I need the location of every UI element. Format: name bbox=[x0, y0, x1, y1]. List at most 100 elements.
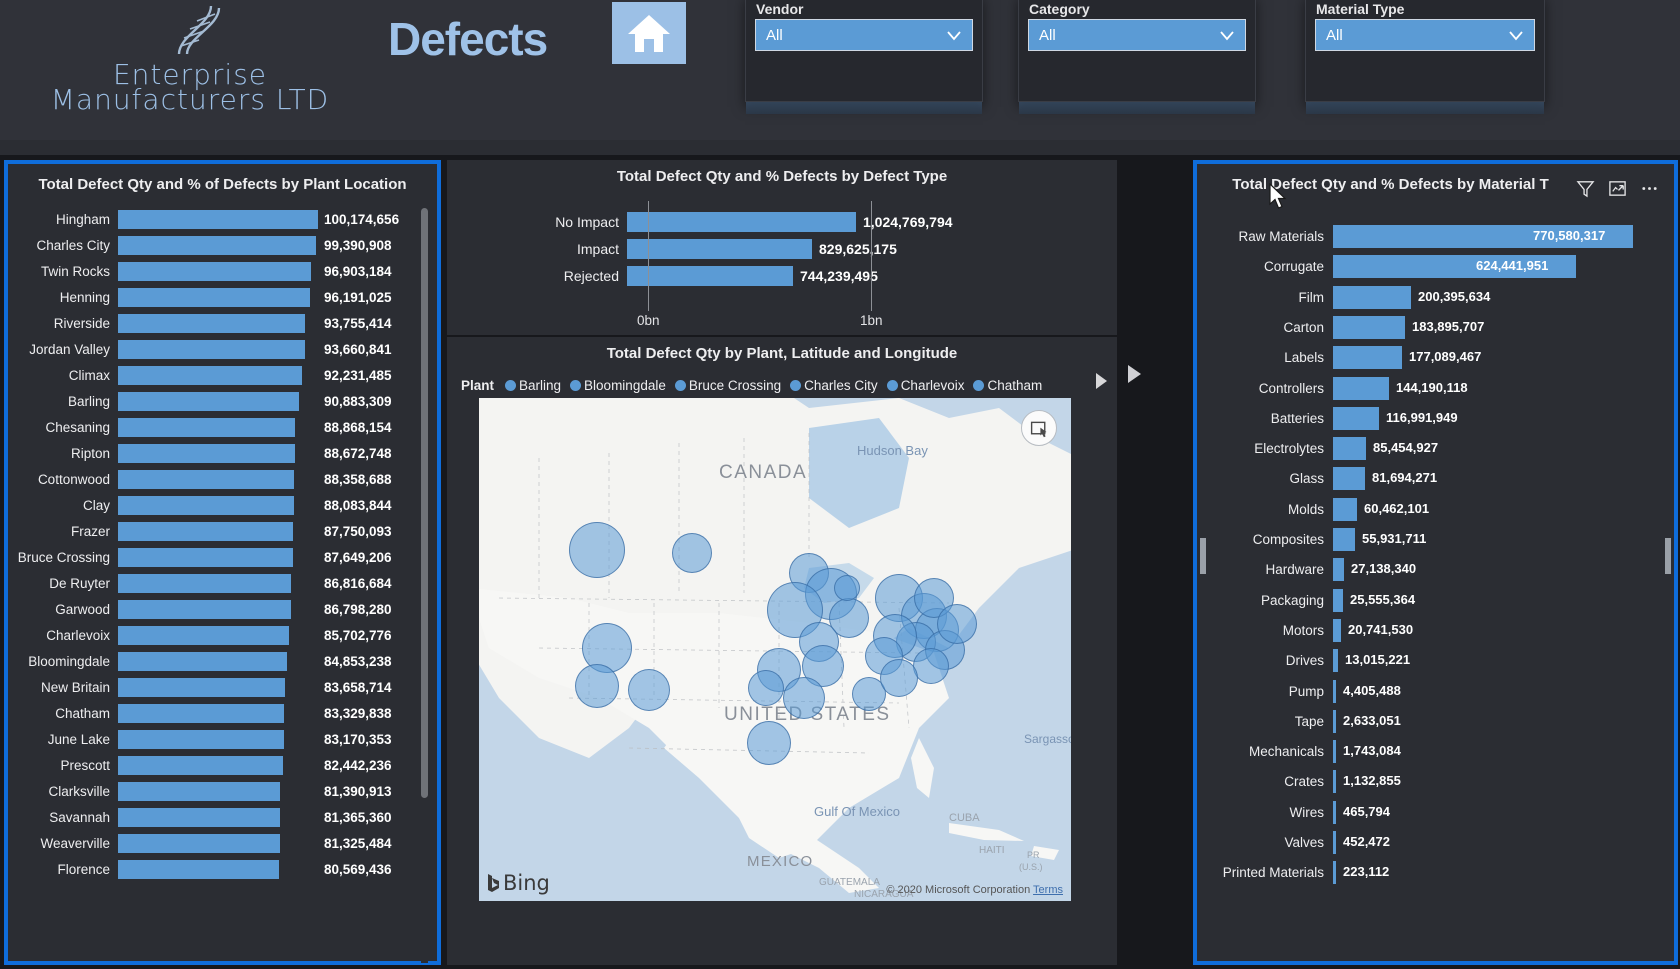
plant-location-bar-row[interactable]: Bloomingdale 84,853,238 bbox=[12, 648, 436, 674]
material-type-bar[interactable] bbox=[1333, 436, 1366, 460]
map-bubble[interactable] bbox=[783, 677, 825, 719]
plant-location-bar-row[interactable]: Frazer 87,750,093 bbox=[12, 518, 436, 544]
plant-location-bar[interactable] bbox=[118, 391, 299, 411]
legend-item[interactable]: Bloomingdale bbox=[570, 378, 666, 393]
map-bubble[interactable] bbox=[747, 721, 791, 765]
plant-location-bar-row[interactable]: Chesaning 88,868,154 bbox=[12, 414, 436, 440]
map-bubble[interactable] bbox=[748, 670, 784, 706]
material-type-bar[interactable] bbox=[1333, 648, 1338, 672]
plant-location-bar[interactable] bbox=[118, 781, 280, 801]
plant-location-bar-row[interactable]: Florence 80,569,436 bbox=[12, 856, 436, 882]
material-type-bar[interactable] bbox=[1333, 769, 1336, 793]
map-bubble[interactable] bbox=[569, 522, 625, 578]
plant-location-bar[interactable] bbox=[118, 417, 295, 437]
material-type-scroll-right[interactable] bbox=[1665, 538, 1671, 574]
material-type-bar-row[interactable]: Electrolytes 85,454,927 bbox=[1201, 432, 1671, 464]
material-type-bar-row[interactable]: Mechanicals 1,743,084 bbox=[1201, 735, 1671, 767]
plant-location-bar-row[interactable]: Prescott 82,442,236 bbox=[12, 752, 436, 778]
chevron-right-icon[interactable] bbox=[1096, 373, 1107, 389]
map-bubble[interactable] bbox=[913, 648, 949, 684]
defect-type-bar[interactable] bbox=[627, 266, 793, 286]
defect-type-bar[interactable] bbox=[627, 239, 812, 259]
material-type-bar[interactable] bbox=[1333, 679, 1336, 703]
plant-location-bar[interactable] bbox=[118, 677, 285, 697]
map-bubble[interactable] bbox=[937, 604, 977, 644]
plant-location-bar-row[interactable]: Garwood 86,798,280 bbox=[12, 596, 436, 622]
plant-location-bar-row[interactable]: Jordan Valley 93,660,841 bbox=[12, 336, 436, 362]
material-type-bar-row[interactable]: Controllers 144,190,118 bbox=[1201, 372, 1671, 404]
plant-location-bar-row[interactable]: Cottonwood 88,358,688 bbox=[12, 466, 436, 492]
material-type-bar-row[interactable]: Raw Materials 770,580,317 bbox=[1201, 220, 1671, 252]
map-bubble[interactable] bbox=[628, 669, 670, 711]
map-select-icon[interactable] bbox=[1021, 410, 1057, 446]
plant-location-bar[interactable] bbox=[118, 261, 311, 281]
material-type-bar-row[interactable]: Carton 183,895,707 bbox=[1201, 311, 1671, 343]
plant-location-bar[interactable] bbox=[118, 313, 305, 333]
map-bubble[interactable] bbox=[672, 533, 712, 573]
map-bubble[interactable] bbox=[834, 575, 860, 601]
material-type-bar-row[interactable]: Wires 465,794 bbox=[1201, 796, 1671, 828]
plant-location-scroll-thumb[interactable] bbox=[421, 208, 428, 798]
plant-location-scrollbar[interactable] bbox=[421, 208, 428, 963]
material-type-bar[interactable] bbox=[1333, 497, 1357, 521]
material-type-bar[interactable] bbox=[1333, 376, 1389, 400]
plant-location-bar[interactable] bbox=[118, 443, 295, 463]
map-legend-overflow-arrow[interactable] bbox=[1128, 365, 1141, 383]
plant-location-bar-row[interactable]: Henning 96,191,025 bbox=[12, 284, 436, 310]
plant-location-bar[interactable] bbox=[118, 469, 294, 489]
plant-location-bar-row[interactable]: Savannah 81,365,360 bbox=[12, 804, 436, 830]
plant-location-bar-row[interactable]: Hingham 100,174,656 bbox=[12, 206, 436, 232]
plant-location-bar[interactable] bbox=[118, 651, 287, 671]
plant-location-bar[interactable] bbox=[118, 599, 291, 619]
material-type-bar-row[interactable]: Drives 13,015,221 bbox=[1201, 644, 1671, 676]
material-type-bar-row[interactable]: Motors 20,741,530 bbox=[1201, 614, 1671, 646]
plant-map-card[interactable]: Total Defect Qty by Plant, Latitude and … bbox=[447, 337, 1117, 965]
material-type-bar[interactable] bbox=[1333, 527, 1355, 551]
slicer-category-dropdown[interactable]: All bbox=[1028, 19, 1246, 51]
material-type-bar-row[interactable]: Composites 55,931,711 bbox=[1201, 523, 1671, 555]
plant-location-bar[interactable] bbox=[118, 339, 305, 359]
plant-location-bar-row[interactable]: June Lake 83,170,353 bbox=[12, 726, 436, 752]
plant-location-bar-row[interactable]: Weaverville 81,325,484 bbox=[12, 830, 436, 856]
home-button[interactable] bbox=[612, 2, 686, 64]
plant-location-bar-row[interactable]: Bruce Crossing 87,649,206 bbox=[12, 544, 436, 570]
plant-location-bar[interactable] bbox=[118, 729, 284, 749]
plant-location-bar[interactable] bbox=[118, 625, 289, 645]
plant-location-bar-row[interactable]: Chatham 83,329,838 bbox=[12, 700, 436, 726]
plant-location-bar[interactable] bbox=[118, 547, 293, 567]
material-type-bar-row[interactable]: Glass 81,694,271 bbox=[1201, 462, 1671, 494]
material-type-bar[interactable] bbox=[1333, 830, 1336, 854]
legend-item[interactable]: Charles City bbox=[790, 378, 878, 393]
material-type-bar[interactable] bbox=[1333, 557, 1344, 581]
plant-location-bar-row[interactable]: Barling 90,883,309 bbox=[12, 388, 436, 414]
material-type-bar-row[interactable]: Labels 177,089,467 bbox=[1201, 341, 1671, 373]
plant-location-bar[interactable] bbox=[118, 495, 294, 515]
plant-location-bar[interactable] bbox=[118, 755, 283, 775]
plant-location-bar-row[interactable]: Ripton 88,672,748 bbox=[12, 440, 436, 466]
map-bubble[interactable] bbox=[880, 659, 918, 697]
material-type-scroll-left[interactable] bbox=[1200, 538, 1206, 574]
plant-location-bar-row[interactable]: New Britain 83,658,714 bbox=[12, 674, 436, 700]
focus-mode-icon[interactable] bbox=[1604, 176, 1630, 200]
plant-location-bar[interactable] bbox=[118, 833, 280, 853]
legend-item[interactable]: Charlevoix bbox=[886, 378, 964, 393]
plant-location-bar-row[interactable]: De Ruyter 86,816,684 bbox=[12, 570, 436, 596]
map-terms-link[interactable]: Terms bbox=[1033, 884, 1063, 896]
material-type-bar[interactable] bbox=[1333, 315, 1405, 339]
material-type-bar-row[interactable]: Tape 2,633,051 bbox=[1201, 705, 1671, 737]
plant-location-bar-row[interactable]: Clay 88,083,844 bbox=[12, 492, 436, 518]
defect-type-bar[interactable] bbox=[627, 212, 856, 232]
material-type-bar-row[interactable]: Crates 1,132,855 bbox=[1201, 765, 1671, 797]
defect-type-bar-row[interactable]: Rejected 744,239,495 bbox=[447, 262, 878, 290]
defect-type-bar-row[interactable]: No Impact 1,024,769,794 bbox=[447, 208, 953, 236]
material-type-bar-row[interactable]: Packaging 25,555,364 bbox=[1201, 584, 1671, 616]
legend-item[interactable]: Barling bbox=[505, 378, 561, 393]
filter-icon[interactable] bbox=[1572, 176, 1598, 200]
plant-location-bar-row[interactable]: Charles City 99,390,908 bbox=[12, 232, 436, 258]
material-type-bar-row[interactable]: Printed Materials 223,112 bbox=[1201, 856, 1671, 888]
defect-type-bar-row[interactable]: Impact 829,625,175 bbox=[447, 235, 897, 263]
material-type-bar[interactable] bbox=[1333, 618, 1341, 642]
slicer-material-type-dropdown[interactable]: All bbox=[1315, 19, 1535, 51]
more-options-icon[interactable] bbox=[1636, 176, 1662, 200]
material-type-bar[interactable] bbox=[1333, 860, 1336, 884]
